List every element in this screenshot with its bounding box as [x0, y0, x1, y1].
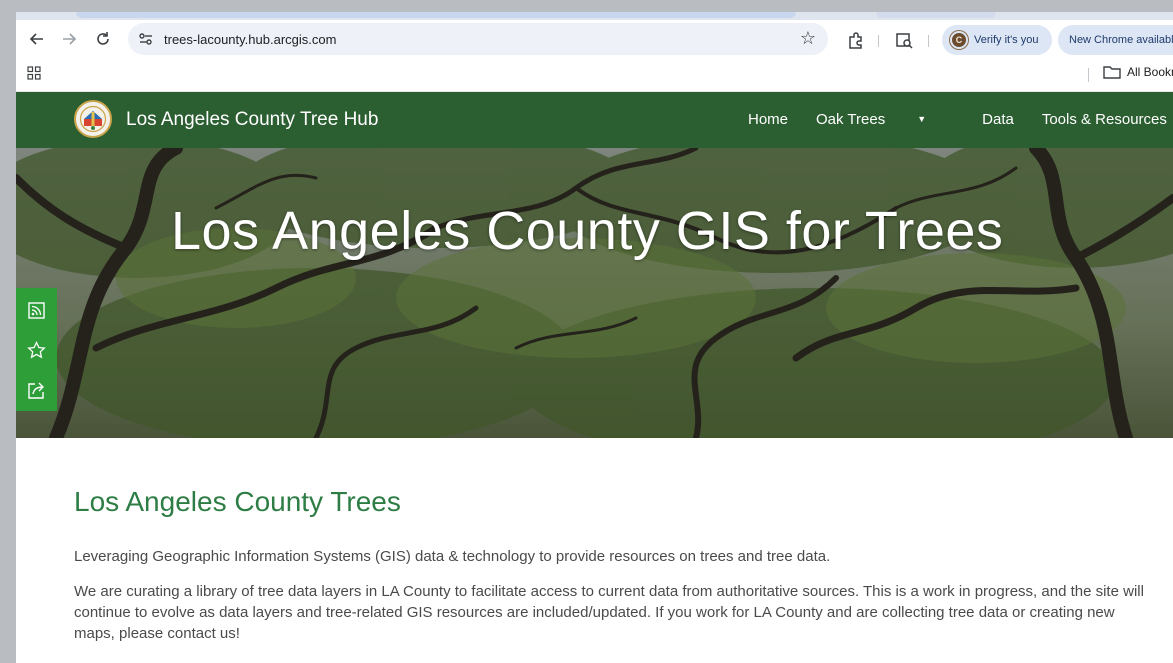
body-paragraph: We are curating a library of tree data l… — [74, 583, 1144, 642]
folder-icon — [1103, 66, 1121, 79]
site-header: Los Angeles County Tree Hub Home Oak Tre… — [16, 92, 1173, 148]
bookmarks-divider — [1088, 68, 1089, 82]
extensions-icon[interactable] — [846, 30, 866, 50]
all-bookmarks-label: All Bookm — [1127, 65, 1173, 79]
oak-canopy-image — [16, 148, 1173, 438]
bookmarks-bar: All Bookm — [16, 57, 1173, 92]
reading-list-icon[interactable] — [894, 30, 914, 50]
browser-toolbar: trees-lacounty.hub.arcgis.com ☆ C Verify… — [16, 20, 1173, 57]
profile-avatar-icon: C — [950, 31, 968, 49]
caret-down-icon: ▼ — [917, 114, 927, 124]
hero-title: Los Angeles County GIS for Trees — [171, 201, 1004, 261]
forward-arrow-icon[interactable] — [56, 26, 82, 52]
all-bookmarks-folder[interactable]: All Bookm — [1103, 65, 1173, 79]
site-settings-icon[interactable] — [138, 31, 154, 47]
site-title[interactable]: Los Angeles County Tree Hub — [126, 109, 378, 131]
tab-strip — [16, 12, 1173, 20]
nav-oak-trees[interactable]: Oak Trees ▼ — [816, 111, 954, 128]
site-nav: Home Oak Trees ▼ Data Tools & Resources — [748, 111, 1173, 128]
browser-window: trees-lacounty.hub.arcgis.com ☆ C Verify… — [16, 12, 1173, 663]
favorite-star-icon[interactable] — [27, 341, 46, 360]
back-arrow-icon[interactable] — [24, 26, 50, 52]
intro-paragraph: Leveraging Geographic Information System… — [74, 548, 831, 565]
side-toolbar — [16, 288, 57, 411]
nav-oak-trees-label: Oak Trees — [816, 111, 886, 128]
url-text[interactable]: trees-lacounty.hub.arcgis.com — [164, 32, 336, 47]
inactive-tab[interactable] — [876, 12, 996, 18]
apps-grid-icon[interactable] — [27, 66, 41, 80]
section-heading: Los Angeles County Trees — [74, 486, 401, 517]
county-seal-icon[interactable] — [74, 100, 112, 138]
hero-banner: Los Angeles County GIS for Trees — [16, 148, 1173, 438]
reload-icon[interactable] — [90, 26, 116, 52]
nav-data[interactable]: Data — [982, 111, 1014, 128]
toolbar-divider — [928, 35, 929, 47]
nav-home[interactable]: Home — [748, 111, 788, 128]
main-content: Los Angeles County Trees Leveraging Geog… — [16, 438, 1173, 663]
toolbar-divider — [878, 35, 879, 47]
update-chip-label: New Chrome availabl — [1069, 34, 1173, 46]
chrome-update-chip[interactable]: New Chrome availabl — [1058, 25, 1173, 55]
address-bar[interactable]: trees-lacounty.hub.arcgis.com ☆ — [128, 23, 828, 55]
active-tab[interactable] — [76, 12, 796, 18]
bookmark-star-icon[interactable]: ☆ — [800, 28, 816, 49]
verify-chip-label: Verify it's you — [974, 34, 1039, 46]
rss-feed-icon[interactable] — [27, 301, 46, 320]
share-icon[interactable] — [27, 381, 46, 400]
verify-identity-chip[interactable]: C Verify it's you — [942, 25, 1052, 55]
nav-tools-resources[interactable]: Tools & Resources — [1042, 111, 1167, 128]
